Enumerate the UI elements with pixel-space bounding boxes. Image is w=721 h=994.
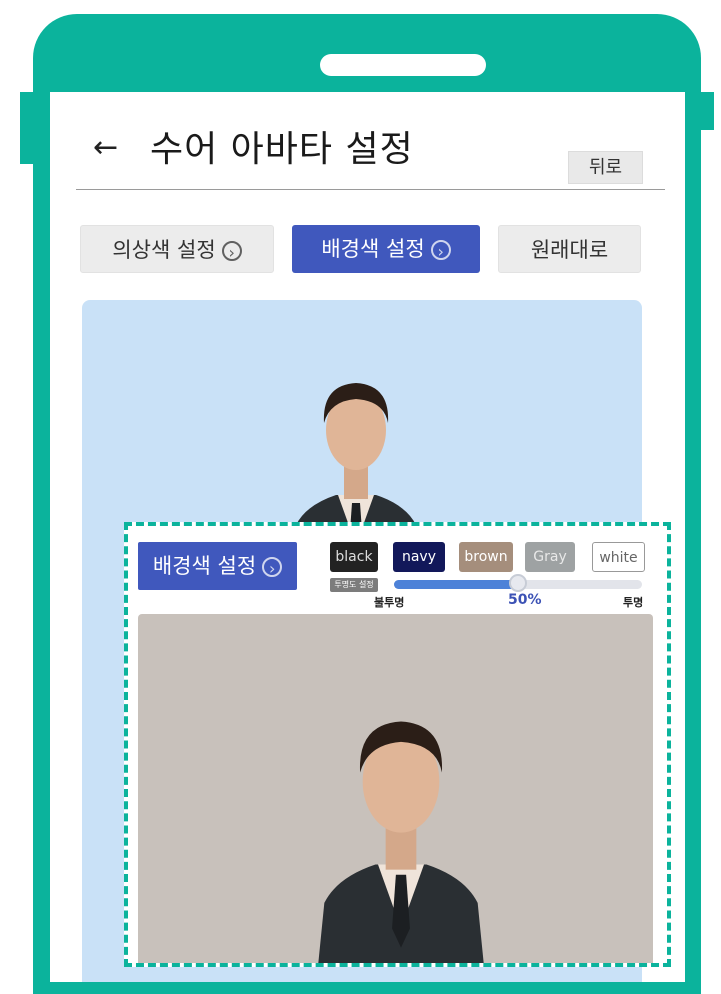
- tab-reset[interactable]: 원래대로: [498, 225, 641, 273]
- phone-right-edge: [686, 92, 701, 972]
- color-swatch-navy[interactable]: navy: [393, 542, 445, 572]
- page-title: 수어 아바타 설정: [150, 129, 414, 170]
- phone-side-button-left: [20, 92, 34, 164]
- phone-speaker: [320, 54, 486, 76]
- opacity-label: 투명도 설정: [330, 578, 378, 592]
- slider-fill: [394, 580, 518, 589]
- background-color-button[interactable]: 배경색 설정 ›: [138, 542, 297, 590]
- tab-label: 원래대로: [530, 238, 609, 262]
- chevron-right-circle-icon: ›: [221, 241, 242, 262]
- color-swatch-white[interactable]: white: [592, 542, 645, 572]
- slider-min-label: 불투명: [374, 596, 405, 609]
- tab-label: 의상색 설정: [112, 238, 216, 262]
- back-button[interactable]: 뒤로: [568, 151, 643, 184]
- chevron-right-circle-icon: ›: [262, 557, 283, 578]
- header-divider: [76, 189, 665, 190]
- avatar-preview-zoomed: [138, 614, 653, 963]
- avatar-image: [318, 721, 484, 963]
- opacity-slider[interactable]: [394, 574, 642, 592]
- tab-clothing-color[interactable]: 의상색 설정 ›: [80, 225, 274, 273]
- color-swatch-black[interactable]: black: [330, 542, 378, 572]
- back-arrow-icon[interactable]: ←: [93, 130, 118, 166]
- phone-side-button-right: [700, 92, 714, 130]
- header: ← 수어 아바타 설정 뒤로: [50, 92, 685, 192]
- tab-background-color[interactable]: 배경색 설정 ›: [292, 225, 480, 273]
- chevron-right-circle-icon: ›: [430, 240, 451, 261]
- button-label: 배경색 설정: [152, 554, 257, 578]
- color-swatch-gray[interactable]: Gray: [525, 542, 575, 572]
- color-swatch-brown[interactable]: brown: [459, 542, 513, 572]
- slider-value: 50%: [508, 592, 542, 608]
- slider-max-label: 투명: [623, 596, 644, 609]
- phone-left-edge: [33, 92, 50, 972]
- zoom-panel: 배경색 설정 › black navy brown Gray white 투명도 …: [124, 522, 671, 967]
- slider-thumb[interactable]: [509, 574, 527, 592]
- tab-label: 배경색 설정: [321, 237, 425, 261]
